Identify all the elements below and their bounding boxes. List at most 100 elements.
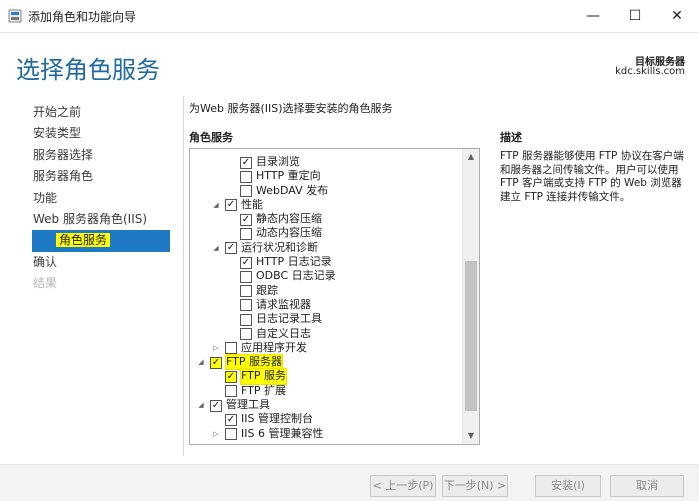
tree-item-label: WebDAV 发布 [256,183,329,197]
nav-item-label: Web 服务器角色(IIS) [33,211,148,226]
tree-item[interactable]: ✓ FTP 服务 [190,368,461,385]
scroll-up-icon[interactable]: ▲ [463,149,479,165]
nav-item[interactable]: 开始之前 [26,102,170,123]
page-title: 选择角色服务 [16,56,160,84]
instruction-text: 为Web 服务器(IIS)选择要安装的角色服务 [189,102,393,115]
tree-item-label: 管理工具 [226,398,270,412]
tree-item-label: HTTP 重定向 [256,169,321,183]
tree-item-label: FTP 服务 [240,368,287,385]
checkbox-checked-icon[interactable]: ✓ [225,413,237,426]
tree-item[interactable]: ◢ ✓ 运行状况和诊断 [190,241,461,255]
tree-item[interactable]: ▷ 应用程序开发 [190,341,461,355]
tree-item-label: 性能 [241,197,263,211]
nav-item[interactable]: 功能 [26,188,170,209]
tree-item-label: IIS 管理控制台 [241,412,313,426]
wizard-nav: 开始之前安装类型服务器选择服务器角色功能 Web 服务器角色(IIS) 角色服务确认… [26,102,170,295]
collapse-arrow-icon[interactable]: ◢ [211,241,221,255]
tree-item[interactable]: WebDAV 发布 [190,184,461,198]
checkbox-unchecked-icon[interactable] [240,227,252,240]
scroll-down-icon[interactable]: ▼ [463,428,479,444]
description-text: FTP 服务器能够使用 FTP 协议在客户端和服务器之间传输文件。用户可以使用 … [500,150,684,203]
checkbox-unchecked-icon[interactable] [225,342,237,355]
expand-arrow-icon[interactable]: ▷ [211,427,221,441]
minimize-button[interactable]: — [583,6,603,26]
tree-item[interactable]: ◢ ✓ 性能 [190,198,461,212]
nav-item-label: 角色服务 [56,233,111,248]
checkbox-unchecked-icon[interactable] [225,428,237,441]
tree-item[interactable]: FTP 扩展 [190,384,461,398]
tree-item[interactable]: 自定义日志 [190,327,461,341]
tree-item-label: 请求监视器 [256,297,311,311]
tree-item-label: 目录浏览 [256,155,300,168]
tree-item[interactable]: ✓ 目录浏览 [190,155,461,169]
tree-item-label: 运行状况和诊断 [241,240,318,254]
nav-divider [183,96,184,456]
tree-item[interactable]: 跟踪 [190,284,461,298]
nav-item-label: 结果 [33,276,58,291]
checkbox-unchecked-icon[interactable] [225,385,237,398]
checkbox-unchecked-icon[interactable] [240,270,252,283]
checkbox-unchecked-icon[interactable] [240,313,252,326]
checkbox-checked-icon[interactable]: ✓ [240,156,252,169]
nav-item-label: 服务器选择 [33,147,94,162]
nav-item[interactable]: 角色服务 [32,230,170,252]
close-button[interactable]: ✕ [667,6,687,26]
checkbox-unchecked-icon[interactable] [240,299,252,312]
checkbox-checked-icon[interactable]: ✓ [210,399,222,412]
nav-item[interactable]: 确认 [26,252,170,273]
install-button[interactable]: 安装(I) [535,475,601,497]
tree-item-label: 应用程序开发 [241,340,307,354]
checkbox-unchecked-icon[interactable] [240,170,252,183]
role-services-tree[interactable]: ✓ 目录浏览 HTTP 重定向 WebDAV 发布 ◢ ✓ 性能 ✓ 静态内容压缩 动态内容压缩 ◢… [189,148,480,445]
checkbox-checked-icon[interactable]: ✓ [210,356,222,369]
nav-item: 结果 [26,273,170,294]
title-bar: 添加角色和功能向导 — ☐ ✕ [0,0,699,33]
tree-item[interactable]: HTTP 重定向 [190,169,461,183]
tree-item[interactable]: ✓ HTTP 日志记录 [190,255,461,269]
maximize-button[interactable]: ☐ [625,6,645,26]
tree-item[interactable]: ✓ 静态内容压缩 [190,212,461,226]
checkbox-unchecked-icon[interactable] [240,285,252,298]
collapse-arrow-icon[interactable]: ◢ [211,198,221,212]
checkbox-checked-icon[interactable]: ✓ [225,370,237,383]
next-button[interactable]: 下一步(N) > [442,475,508,497]
tree-item[interactable]: 请求监视器 [190,298,461,312]
nav-item-label: 开始之前 [33,105,82,119]
window-title: 添加角色和功能向导 [28,10,137,24]
checkbox-checked-icon[interactable]: ✓ [225,242,237,255]
nav-item-label: 服务器角色 [33,169,94,184]
checkbox-checked-icon[interactable]: ✓ [240,256,252,269]
tree-item[interactable]: ◢ ✓ 管理工具 [190,398,461,412]
nav-item-label: 确认 [33,254,58,269]
nav-item[interactable]: 安装类型 [26,123,170,144]
checkbox-checked-icon[interactable]: ✓ [240,213,252,226]
tree-item-label: 自定义日志 [256,326,311,340]
checkbox-unchecked-icon[interactable] [240,185,252,198]
target-server-value: kdc.skills.com [615,66,685,77]
tree-item[interactable]: 日志记录工具 [190,312,461,326]
checkbox-unchecked-icon[interactable] [240,328,252,341]
previous-button[interactable]: < 上一步(P) [370,475,436,497]
nav-item[interactable]: Web 服务器角色(IIS) [26,209,170,230]
tree-item-label: 静态内容压缩 [256,212,322,226]
tree-scrollbar[interactable]: ▲ ▼ [462,149,479,444]
nav-item[interactable]: 服务器角色 [26,166,170,187]
checkbox-checked-icon[interactable]: ✓ [225,199,237,212]
tree-item-label: FTP 服务器 [225,354,283,371]
tree-item-label: IIS 6 管理兼容性 [241,426,324,440]
wizard-footer: < 上一步(P) 下一步(N) > 安装(I) 取消 [0,464,699,501]
collapse-arrow-icon[interactable]: ◢ [196,355,206,369]
tree-item[interactable]: ▷ IIS 6 管理兼容性 [190,427,461,441]
scroll-thumb[interactable] [465,261,477,411]
cancel-button[interactable]: 取消 [610,475,684,497]
tree-item[interactable]: ODBC 日志记录 [190,269,461,283]
expand-arrow-icon[interactable]: ▷ [211,341,221,355]
nav-item-label: 安装类型 [33,126,82,141]
tree-item-label: 日志记录工具 [256,312,322,326]
collapse-arrow-icon[interactable]: ◢ [196,398,206,412]
tree-item[interactable]: ◢ ✓ FTP 服务器 [190,354,461,371]
description-header: 描述 [500,131,522,144]
tree-item[interactable]: 动态内容压缩 [190,226,461,240]
nav-item[interactable]: 服务器选择 [26,145,170,166]
tree-item[interactable]: ✓ IIS 管理控制台 [190,412,461,426]
